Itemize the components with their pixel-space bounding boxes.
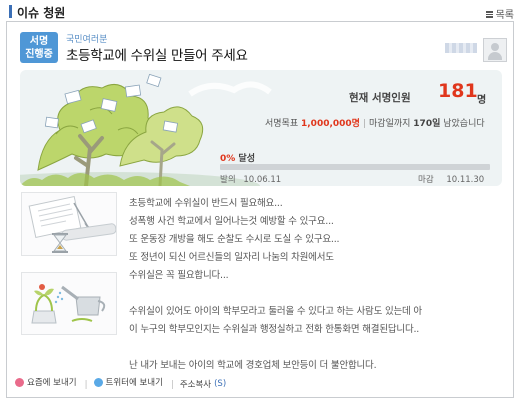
twitter-icon xyxy=(93,377,103,387)
petition-body: 초등학교에 수위실이 반드시 필요해요... 성폭행 사건 학교에서 일어나는것 … xyxy=(129,195,422,375)
list-label: 목록 xyxy=(495,10,514,21)
body-line: 수위실은 꼭 필요합니다... xyxy=(129,270,229,281)
copy-url-label: 주소복사 xyxy=(179,379,212,390)
end-date: 마감 10.11.30 xyxy=(418,173,484,185)
goal-value: 1,000,000명 xyxy=(301,119,360,129)
avatar[interactable] xyxy=(483,38,507,62)
signature-count-label: 현재 서명인원 xyxy=(349,92,411,104)
body-line: 이 누구의 학부모인지는 수위실과 행정실하고 전화 한통화면 해결된답니다.. xyxy=(129,324,420,335)
end-date-value: 10.11.30 xyxy=(446,175,485,185)
goal-line: 서명목표 1,000,000명 | 마감일까지 170일 남았습니다 xyxy=(265,119,485,129)
deadline-days: 170일 xyxy=(413,119,441,129)
copy-count: (S) xyxy=(214,378,227,389)
start-date-value: 10.06.11 xyxy=(243,175,282,185)
share-bar: 요즘에 보내기 | 트위터에 보내기 | 주소복사 (S) xyxy=(15,376,228,390)
list-link[interactable]: 목록 xyxy=(485,6,514,21)
body-line: 또 운동장 개방을 해도 순찰도 수시로 도실 수 있구요... xyxy=(129,234,340,245)
yozm-icon xyxy=(15,377,24,387)
start-date: 발의 10.06.11 xyxy=(220,173,281,185)
deadline-suffix: 남았습니다 xyxy=(443,119,485,129)
body-line: 또 정년이 되신 어르신들의 일자리 나눔의 차원에서도 xyxy=(129,252,334,263)
signature-count-unit: 명 xyxy=(477,95,487,106)
end-label: 마감 xyxy=(418,175,434,185)
share-yozm-label: 요즘에 보내기 xyxy=(27,378,77,388)
progress-bar xyxy=(220,164,490,170)
body-line: 성폭행 사건 학교에서 일어나는것 예방할 수 있구요... xyxy=(129,216,334,227)
share-yozm[interactable]: 요즘에 보내기 xyxy=(15,376,77,388)
petition-card: 서명 진행중 국민여러분 초등학교에 수위실 만들어 주세요 현재 서명인원 1… xyxy=(6,21,514,398)
progress-label: 달성 xyxy=(238,154,255,164)
copy-url[interactable]: 주소복사 (S) xyxy=(180,378,226,390)
status-line-2: 진행중 xyxy=(25,49,53,60)
body-line: 난 내가 보내는 아이의 학교에 경호업체 보안등이 더 불안합니다. xyxy=(129,360,377,371)
share-twitter-label: 트위터에 보내기 xyxy=(105,378,163,388)
progress-value: 0% xyxy=(220,154,236,164)
section-title: 이슈 청원 xyxy=(17,6,66,20)
section-header: 이슈 청원 목록 xyxy=(6,3,514,21)
petition-title[interactable]: 초등학교에 수위실 만들어 주세요 xyxy=(66,44,248,64)
body-line: 수위실이 있어도 아이의 학부모라고 둘러올 수 있다고 하는 사람도 있는데 … xyxy=(129,306,422,317)
watering-can-image xyxy=(21,272,117,335)
goal-label: 서명목표 xyxy=(265,119,299,129)
status-badge: 서명 진행중 xyxy=(20,32,58,63)
signature-count: 181 xyxy=(438,80,478,102)
letter-hourglass-image xyxy=(21,192,117,256)
stats-panel: 현재 서명인원 181 명 서명목표 1,000,000명 | 마감일까지 170일… xyxy=(20,70,502,186)
author-name[interactable] xyxy=(445,43,477,53)
body-line: 초등학교에 수위실이 반드시 필요해요... xyxy=(129,198,283,209)
share-twitter[interactable]: 트위터에 보내기 xyxy=(93,376,163,388)
header-accent-bar xyxy=(9,5,12,18)
list-icon xyxy=(485,11,493,18)
status-line-1: 서명 xyxy=(29,36,49,47)
deadline-prefix: 마감일까지 xyxy=(369,119,411,129)
body-line xyxy=(129,285,422,303)
start-label: 발의 xyxy=(220,175,236,185)
progress-rate: 0% 달성 xyxy=(220,151,255,164)
body-line xyxy=(129,339,422,357)
